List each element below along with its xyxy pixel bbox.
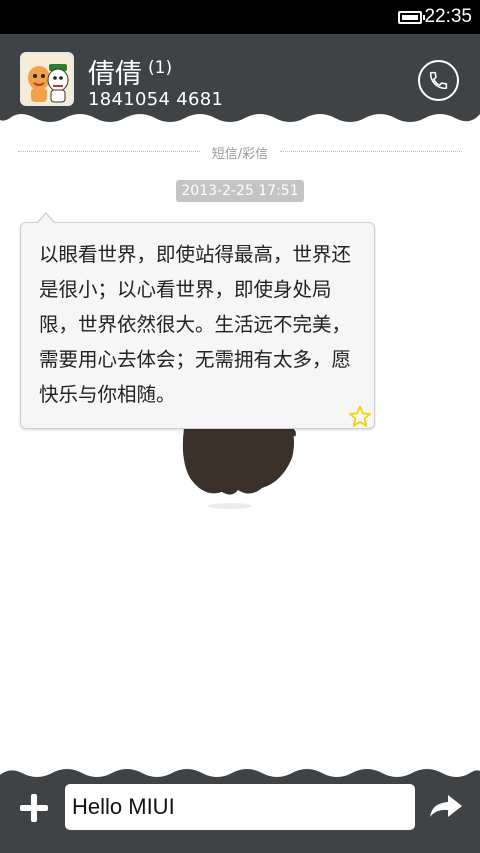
add-attachment-button[interactable] bbox=[18, 792, 50, 824]
contact-avatar[interactable] bbox=[20, 52, 74, 106]
status-time: 22:35 bbox=[424, 6, 472, 27]
call-button[interactable] bbox=[418, 60, 459, 101]
status-bar: 22:35 bbox=[0, 0, 480, 34]
message-text: 以眼看世界，即使站得最高，世界还是很小；以心看世界，即使身处局限，世界依然很大。… bbox=[39, 243, 352, 406]
contact-phone-number: 1841054 4681 bbox=[88, 89, 224, 110]
message-input[interactable] bbox=[65, 784, 415, 830]
send-arrow-icon bbox=[430, 795, 462, 817]
bubble-tail-fill bbox=[37, 214, 55, 224]
contact-name: 倩倩 bbox=[88, 59, 142, 90]
send-button[interactable] bbox=[428, 791, 464, 823]
background-doodle bbox=[182, 426, 296, 509]
message-bubble[interactable]: 以眼看世界，即使站得最高，世界还是很小；以心看世界，即使身处局限，世界依然很大。… bbox=[20, 222, 375, 429]
unread-count: (1) bbox=[148, 58, 173, 78]
star-outline-icon[interactable] bbox=[348, 405, 372, 428]
divider-right bbox=[280, 151, 462, 152]
message-type-label: 短信/彩信 bbox=[211, 147, 269, 162]
battery-icon bbox=[398, 11, 425, 24]
conversation-header: 倩倩 (1) 1841054 4681 bbox=[0, 34, 480, 126]
divider-left bbox=[18, 151, 200, 152]
composer-bar bbox=[0, 765, 480, 853]
phone-icon bbox=[429, 71, 448, 90]
message-timestamp: 2013-2-25 17:51 bbox=[176, 180, 304, 202]
